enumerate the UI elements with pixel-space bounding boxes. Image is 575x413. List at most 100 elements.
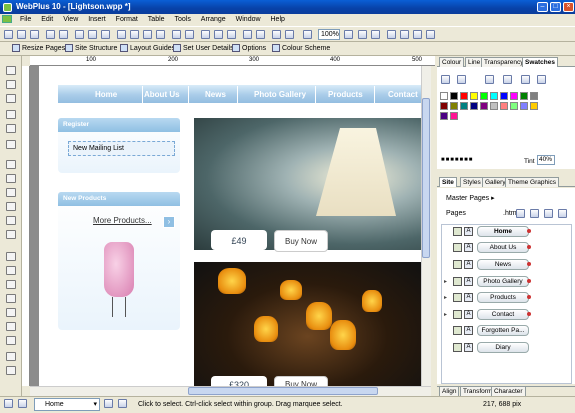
pointer-tool-icon[interactable] — [6, 66, 16, 75]
nav-products[interactable]: Products — [328, 90, 363, 99]
colour-swatch[interactable] — [500, 102, 508, 110]
menu-edit[interactable]: Edit — [37, 14, 57, 26]
preview-page-icon[interactable] — [426, 30, 435, 39]
first-page-icon[interactable] — [18, 399, 27, 408]
page-tree-item[interactable]: A Photo Gallery — [453, 276, 531, 287]
colour-swatch[interactable] — [510, 102, 518, 110]
gallery-tool-icon[interactable] — [6, 366, 16, 375]
picture-tool-icon[interactable] — [6, 202, 16, 211]
set-user-details-button[interactable]: Set User Details — [173, 42, 234, 56]
zoom-field[interactable]: 100% — [318, 29, 340, 40]
colour-scheme-button[interactable]: Colour Scheme — [272, 42, 330, 56]
full-width-icon[interactable] — [400, 30, 409, 39]
line-swatch-icon[interactable] — [457, 75, 466, 84]
master-pages-toggle[interactable]: Master Pages ▸ — [446, 194, 495, 202]
colour-swatch[interactable] — [520, 102, 528, 110]
navbar-tool-icon[interactable] — [6, 280, 16, 289]
colour-picker-icon[interactable] — [503, 75, 512, 84]
print-icon[interactable] — [46, 30, 55, 39]
layer-icon[interactable] — [156, 30, 165, 39]
colour-swatch[interactable] — [530, 102, 538, 110]
zoom-out-icon[interactable] — [303, 30, 312, 39]
colour-swatch[interactable] — [460, 92, 468, 100]
page-tree-item[interactable]: A About Us — [453, 242, 531, 253]
palette-icon[interactable] — [485, 75, 494, 84]
colour-swatch[interactable] — [510, 92, 518, 100]
tab-colour[interactable]: Colour — [439, 57, 465, 67]
next-page-icon[interactable] — [104, 399, 113, 408]
save-icon[interactable] — [30, 30, 39, 39]
nav-contact[interactable]: Contact — [388, 90, 418, 99]
app-icon[interactable] — [3, 3, 12, 12]
new-page-icon[interactable] — [530, 209, 539, 218]
colour-swatch[interactable] — [520, 92, 528, 100]
preview-icon[interactable] — [59, 30, 68, 39]
resize-pages-button[interactable]: Resize Pages — [12, 42, 65, 56]
colour-swatch[interactable] — [500, 92, 508, 100]
site-icon[interactable] — [143, 30, 152, 39]
undo-icon[interactable] — [172, 30, 181, 39]
colour-swatch[interactable] — [440, 102, 448, 110]
rotate-tool-icon[interactable] — [6, 80, 16, 89]
menu-help[interactable]: Help — [267, 14, 289, 26]
tab-site[interactable]: Site — [439, 177, 457, 187]
refresh-icon[interactable] — [516, 209, 525, 218]
colour-swatch[interactable] — [460, 102, 468, 110]
site-structure-button[interactable]: Site Structure — [65, 42, 117, 56]
options-button[interactable]: Options — [232, 42, 266, 56]
crop-icon[interactable] — [285, 30, 294, 39]
swatch-menu-icon[interactable] — [537, 75, 546, 84]
publish-icon[interactable] — [117, 30, 126, 39]
page-tree-item[interactable]: A News — [453, 259, 531, 270]
colour-swatch[interactable] — [490, 92, 498, 100]
group-icon[interactable] — [272, 30, 281, 39]
colour-swatch[interactable] — [440, 92, 448, 100]
art-text-tool-icon[interactable] — [6, 188, 16, 197]
menu-file[interactable]: File — [16, 14, 35, 26]
open-icon[interactable] — [17, 30, 26, 39]
copy-icon[interactable] — [88, 30, 97, 39]
form-tool-icon[interactable] — [6, 294, 16, 303]
zoom-tool-icon[interactable] — [6, 140, 16, 149]
tab-theme-graphics[interactable]: Theme Graphics — [505, 177, 560, 187]
tint-steps[interactable]: ■■■■■■■ — [441, 157, 473, 163]
back-icon[interactable] — [227, 30, 236, 39]
media-tool-icon[interactable] — [6, 322, 16, 331]
fill-tool-icon[interactable] — [6, 110, 16, 119]
colour-swatch[interactable] — [450, 102, 458, 110]
new-icon[interactable] — [4, 30, 13, 39]
prev-page-icon[interactable] — [4, 399, 13, 408]
fit-page-icon[interactable] — [387, 30, 396, 39]
tint-field[interactable]: 40% — [537, 155, 555, 165]
expand-icon[interactable]: ▸ — [444, 311, 447, 318]
minimize-button[interactable]: – — [537, 2, 548, 12]
colour-swatch[interactable] — [480, 102, 488, 110]
chandelier-photo[interactable] — [194, 262, 421, 386]
html-tool-icon[interactable] — [6, 308, 16, 317]
menu-format[interactable]: Format — [112, 14, 142, 26]
expand-icon[interactable]: ▸ — [444, 294, 447, 301]
page-tree-item[interactable]: A Contact — [453, 309, 531, 320]
delete-page-icon[interactable] — [558, 209, 567, 218]
buy-now-button[interactable]: Buy Now — [274, 230, 328, 252]
menu-view[interactable]: View — [59, 14, 82, 26]
rss-tool-icon[interactable] — [6, 336, 16, 345]
colour-swatch[interactable] — [470, 102, 478, 110]
page-width-icon[interactable] — [413, 30, 422, 39]
blog-tool-icon[interactable] — [6, 352, 16, 361]
redo-icon[interactable] — [185, 30, 194, 39]
page-tree-item[interactable]: A Products — [453, 292, 531, 303]
nav-news[interactable]: News — [205, 90, 226, 99]
zoom-tool-icon[interactable] — [358, 30, 367, 39]
tab-styles[interactable]: Styles — [460, 177, 484, 187]
maximize-button[interactable]: □ — [550, 2, 561, 12]
paste-icon[interactable] — [101, 30, 110, 39]
align-icon[interactable] — [201, 30, 210, 39]
flip-icon[interactable] — [256, 30, 265, 39]
colour-swatch[interactable] — [530, 92, 538, 100]
colour-swatch[interactable] — [440, 112, 448, 120]
pink-lamp-image[interactable] — [104, 242, 134, 297]
layout-guides-button[interactable]: Layout Guides — [120, 42, 175, 56]
menu-arrange[interactable]: Arrange — [197, 14, 230, 26]
colour-swatch[interactable] — [450, 92, 458, 100]
